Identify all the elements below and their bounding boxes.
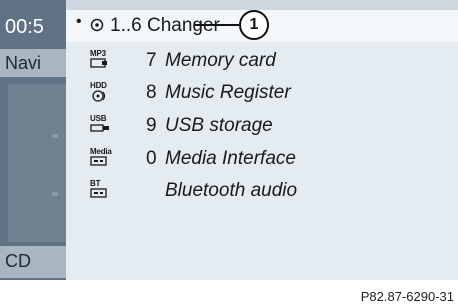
menu-item-bluetooth-audio[interactable]: BT Bluetooth audio [66,176,458,206]
audio-source-screen: 00:5 Navi CD • 1..6 Changer MP3 7 Memory… [0,0,458,280]
menu-item-label: USB storage [165,115,273,136]
menu-item-music-register[interactable]: HDD 8 Music Register [66,78,458,108]
menu-item-media-interface[interactable]: Media 0 Media Interface [66,144,458,174]
usb-icon: USB [90,114,122,138]
menu-item-usb-storage[interactable]: USB 9 USB storage [66,111,458,141]
menu-item-label: 1..6 Changer [110,15,220,36]
menu-item-label: Memory card [165,50,276,71]
figure-reference: P82.87-6290-31 [360,289,454,304]
menu-item-label: Media Interface [165,148,296,169]
menu-item-number: 7 [146,50,157,71]
cd-tab[interactable]: CD [0,246,66,278]
menu-item-memory-card[interactable]: MP3 7 Memory card [66,46,458,76]
bluetooth-audio-icon: BT [90,179,122,203]
menu-item-number: 8 [146,82,157,103]
memory-card-icon: MP3 [90,49,122,73]
background-panel [8,84,66,242]
active-bullet: • [76,13,82,30]
clock-display: 00:5 [5,16,44,38]
menu-item-number: 0 [146,148,157,169]
menu-item-label: Music Register [165,82,291,103]
disc-icon [90,18,104,37]
menu-item-number: 9 [146,115,157,136]
source-menu: • 1..6 Changer MP3 7 Memory card HDD 8 M… [66,10,458,280]
menu-item-label: Bluetooth audio [165,180,298,201]
navi-tab[interactable]: Navi [0,49,66,77]
callout-leader-line [195,24,239,26]
panel-mark [52,192,58,196]
media-interface-icon: Media [90,147,122,171]
panel-mark [52,134,58,138]
hard-disk-icon: HDD [90,81,122,105]
callout-marker: 1 [239,10,269,40]
